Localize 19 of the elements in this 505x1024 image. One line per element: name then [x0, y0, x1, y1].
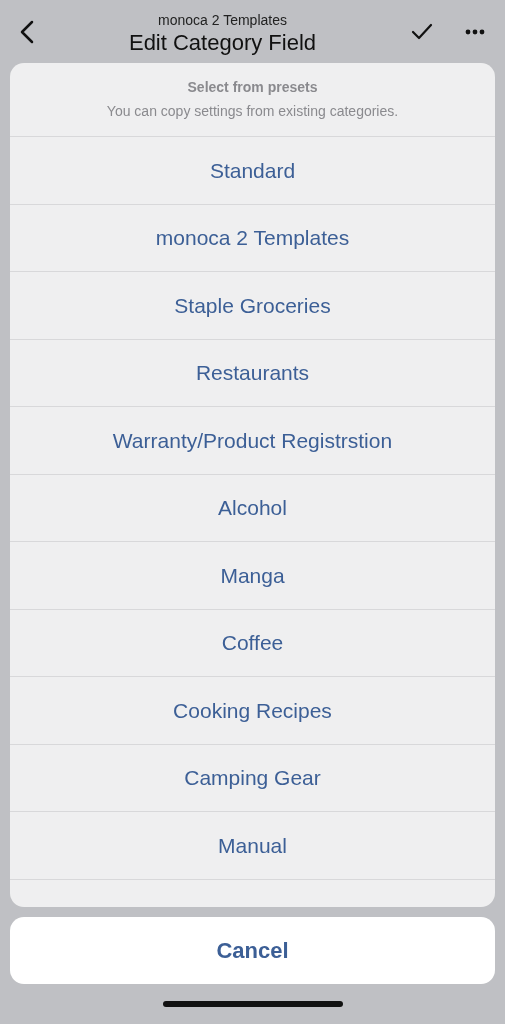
- nav-title: Edit Category Field: [128, 28, 317, 57]
- more-icon[interactable]: [465, 28, 485, 35]
- preset-option[interactable]: Standard: [10, 137, 495, 205]
- sheet-title: Select from presets: [187, 78, 318, 97]
- preset-option[interactable]: Alcohol: [10, 474, 495, 542]
- back-icon[interactable]: [20, 19, 34, 44]
- preset-option[interactable]: Warranty/Product Registrstion: [10, 407, 495, 475]
- preset-option[interactable]: Manual: [10, 812, 495, 880]
- preset-option[interactable]: Manga: [10, 542, 495, 610]
- sheet-message: You can copy settings from existing categories.: [106, 102, 399, 121]
- preset-option[interactable]: Staple Groceries: [10, 272, 495, 340]
- preset-option[interactable]: Coffee: [10, 609, 495, 677]
- preset-option[interactable]: monoca 2 Templates: [10, 204, 495, 272]
- checkmark-icon[interactable]: [411, 22, 433, 41]
- preset-option[interactable]: Restaurants: [10, 339, 495, 407]
- preset-option[interactable]: Cooking Recipes: [10, 677, 495, 745]
- nav-subtitle: monoca 2 Templates: [158, 10, 287, 29]
- preset-option[interactable]: Camping Gear: [10, 744, 495, 812]
- cancel-button[interactable]: Cancel: [10, 917, 495, 984]
